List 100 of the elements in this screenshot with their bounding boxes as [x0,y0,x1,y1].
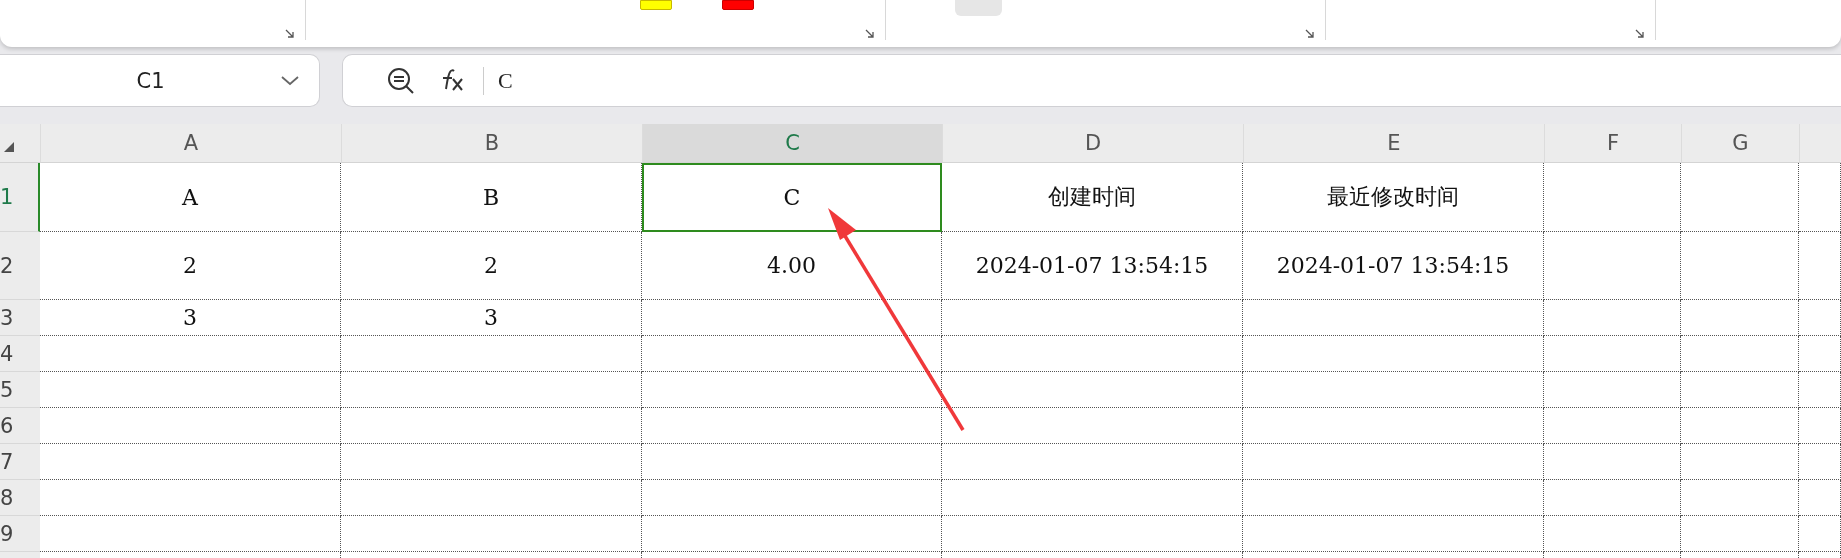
dialog-launcher-icon[interactable] [865,29,875,39]
chevron-down-icon[interactable] [281,75,299,86]
row-header[interactable]: 9 [0,516,40,552]
table-cell[interactable]: 2 [40,232,341,300]
column-header[interactable]: G [1681,124,1799,163]
dialog-launcher-icon[interactable] [1635,29,1645,39]
table-cell[interactable] [1544,300,1681,336]
table-cell[interactable] [1799,444,1841,480]
table-cell[interactable]: 3 [40,300,341,336]
selected-cell[interactable]: C [642,163,942,232]
table-cell[interactable]: 3 [341,300,642,336]
table-cell[interactable] [1544,163,1681,232]
table-cell[interactable] [1799,300,1841,336]
table-cell[interactable] [942,516,1243,552]
table-cell[interactable] [642,372,942,408]
table-cell[interactable]: 2024-01-07 13:54:15 [1243,232,1544,300]
table-cell[interactable] [1681,444,1799,480]
table-cell[interactable] [1243,300,1544,336]
column-header[interactable]: F [1544,124,1681,163]
column-header[interactable]: A [40,124,341,163]
table-cell[interactable] [942,372,1243,408]
table-cell[interactable] [1681,300,1799,336]
align-center-button[interactable] [955,0,1002,16]
table-cell[interactable] [341,408,642,444]
table-cell[interactable] [1799,336,1841,372]
table-cell[interactable] [1243,516,1544,552]
dialog-launcher-icon[interactable] [1305,29,1315,39]
highlight-color-swatch[interactable] [640,0,672,10]
table-cell[interactable] [40,408,341,444]
table-cell[interactable] [1243,372,1544,408]
table-cell[interactable] [942,480,1243,516]
table-cell[interactable] [1243,408,1544,444]
table-cell[interactable] [40,480,341,516]
table-cell[interactable] [40,336,341,372]
select-all-icon[interactable] [4,142,14,152]
table-cell[interactable] [642,516,942,552]
table-cell[interactable] [942,408,1243,444]
table-cell[interactable] [1681,480,1799,516]
table-cell[interactable] [1243,336,1544,372]
table-cell[interactable] [642,480,942,516]
dialog-launcher-icon[interactable] [285,29,295,39]
table-cell[interactable] [942,444,1243,480]
table-cell[interactable]: B [341,163,642,232]
table-cell[interactable] [1544,408,1681,444]
table-cell[interactable] [341,372,642,408]
table-cell[interactable]: A [40,163,341,232]
table-cell[interactable] [1544,372,1681,408]
table-cell[interactable] [1544,516,1681,552]
table-cell[interactable] [1243,480,1544,516]
row-header[interactable]: 1 [0,163,40,232]
table-cell[interactable] [341,516,642,552]
font-color-swatch[interactable] [722,0,754,10]
table-cell[interactable] [1544,232,1681,300]
row-header[interactable]: 5 [0,372,40,408]
table-cell[interactable] [40,372,341,408]
zoom-out-icon[interactable] [387,66,415,95]
row-header[interactable]: 8 [0,480,40,516]
column-header[interactable] [1799,124,1841,163]
column-header[interactable]: B [341,124,642,163]
table-cell[interactable] [341,480,642,516]
table-cell[interactable] [1799,516,1841,552]
formula-bar[interactable]: C [342,54,1841,107]
column-header[interactable]: C [642,124,942,163]
table-cell[interactable] [1243,444,1544,480]
table-cell[interactable] [642,444,942,480]
table-cell[interactable]: 2 [341,232,642,300]
table-cell[interactable]: 创建时间 [942,163,1243,232]
row-header[interactable]: 7 [0,444,40,480]
column-header[interactable]: E [1243,124,1544,163]
table-cell[interactable] [1681,232,1799,300]
table-cell[interactable] [1799,372,1841,408]
table-cell[interactable]: 最近修改时间 [1243,163,1544,232]
table-cell[interactable] [1544,444,1681,480]
table-cell[interactable]: 2024-01-07 13:54:15 [942,232,1243,300]
table-cell[interactable] [942,336,1243,372]
table-cell[interactable] [1544,336,1681,372]
table-cell[interactable] [1544,480,1681,516]
name-box[interactable]: C1 [0,54,320,107]
column-header[interactable]: D [942,124,1243,163]
row-header[interactable]: 6 [0,408,40,444]
table-cell[interactable] [1799,480,1841,516]
table-cell[interactable] [1681,372,1799,408]
row-header[interactable]: 4 [0,336,40,372]
row-header[interactable]: 3 [0,300,40,336]
table-cell[interactable] [341,444,642,480]
table-cell[interactable] [40,444,341,480]
table-cell[interactable] [1681,408,1799,444]
table-cell[interactable] [40,516,341,552]
table-cell[interactable] [1799,408,1841,444]
table-cell[interactable] [942,300,1243,336]
table-cell[interactable] [642,336,942,372]
table-cell[interactable] [642,300,942,336]
table-cell[interactable] [341,336,642,372]
row-header[interactable]: 2 [0,232,40,300]
table-cell[interactable] [1681,516,1799,552]
table-cell[interactable] [1681,336,1799,372]
table-cell[interactable] [642,408,942,444]
table-cell[interactable] [1681,163,1799,232]
table-cell[interactable] [1799,232,1841,300]
table-cell[interactable] [1799,163,1841,232]
